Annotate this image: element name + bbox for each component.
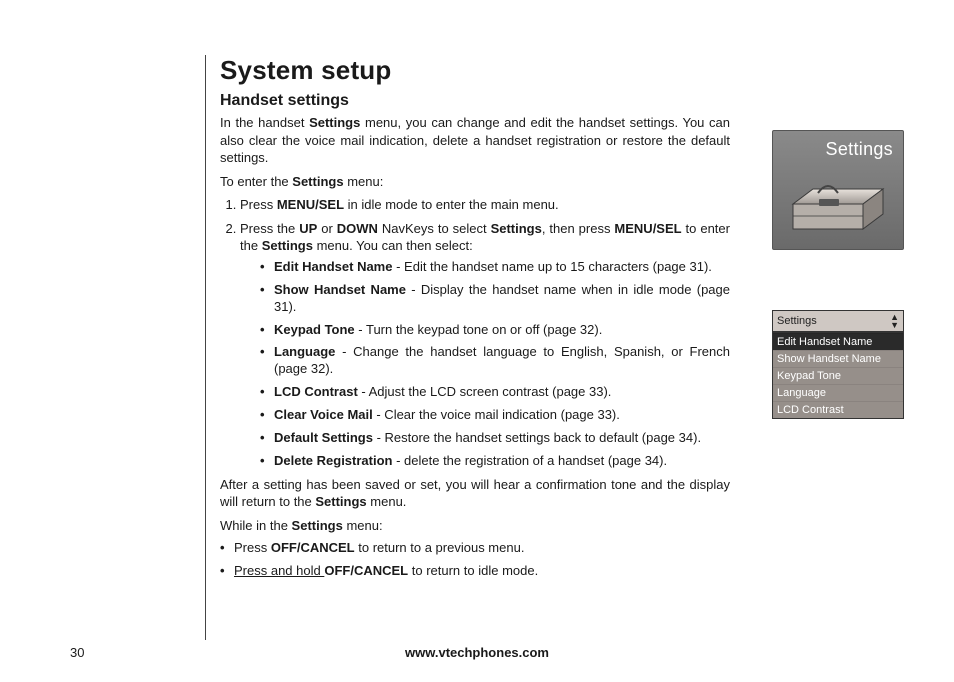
feature-item: Language - Change the handset language t… xyxy=(260,344,730,378)
toolbox-icon xyxy=(783,169,893,239)
feature-name: Edit Handset Name xyxy=(274,259,392,274)
settings-word: Settings xyxy=(315,494,366,509)
steps-list: Press MENU/SEL in idle mode to enter the… xyxy=(220,196,730,470)
feature-name: Language xyxy=(274,344,335,359)
text: Press xyxy=(240,197,277,212)
text: menu. You can then select: xyxy=(313,238,473,253)
feature-name: Show Handset Name xyxy=(274,282,406,297)
feature-item: Keypad Tone - Turn the keypad tone on or… xyxy=(260,322,730,339)
text: to return to a previous menu. xyxy=(355,540,525,555)
off-cancel-key: OFF/CANCEL xyxy=(324,563,408,578)
feature-name: LCD Contrast xyxy=(274,384,358,399)
feature-item: Show Handset Name - Display the handset … xyxy=(260,282,730,316)
text: To enter the xyxy=(220,174,292,189)
text: While in the xyxy=(220,518,292,533)
main-content: System setup Handset settings In the han… xyxy=(220,55,730,586)
vertical-rule xyxy=(205,55,206,640)
feature-list: Edit Handset Name - Edit the handset nam… xyxy=(260,259,730,470)
text: , then press xyxy=(542,221,615,236)
step-1: Press MENU/SEL in idle mode to enter the… xyxy=(240,196,730,214)
page-title: System setup xyxy=(220,55,730,86)
enter-intro: To enter the Settings menu: xyxy=(220,173,730,191)
text: menu. xyxy=(367,494,407,509)
lcd-header-title: Settings xyxy=(777,315,817,327)
settings-word: Settings xyxy=(491,221,542,236)
feature-desc: - Restore the handset settings back to d… xyxy=(373,430,701,445)
text: Press xyxy=(234,540,271,555)
settings-word: Settings xyxy=(309,115,360,130)
settings-toolbox-illustration: Settings xyxy=(772,130,904,250)
footer-url: www.vtechphones.com xyxy=(0,645,954,660)
off-cancel-key: OFF/CANCEL xyxy=(271,540,355,555)
while-bullets: Press OFF/CANCEL to return to a previous… xyxy=(220,540,730,580)
section-title: Handset settings xyxy=(220,92,730,110)
feature-name: Keypad Tone xyxy=(274,322,355,337)
after-paragraph: After a setting has been saved or set, y… xyxy=(220,476,730,511)
text: in idle mode to enter the main menu. xyxy=(344,197,559,212)
feature-name: Default Settings xyxy=(274,430,373,445)
text: to return to idle mode. xyxy=(408,563,538,578)
feature-name: Clear Voice Mail xyxy=(274,407,373,422)
manual-page: System setup Handset settings In the han… xyxy=(0,0,954,682)
toolbox-title: Settings xyxy=(826,139,893,160)
text: NavKeys to select xyxy=(378,221,491,236)
feature-name: Delete Registration xyxy=(274,453,392,468)
text: In the handset xyxy=(220,115,309,130)
text: Press the xyxy=(240,221,299,236)
feature-desc: - Edit the handset name up to 15 charact… xyxy=(392,259,711,274)
feature-item: Edit Handset Name - Edit the handset nam… xyxy=(260,259,730,276)
feature-desc: - Clear the voice mail indication (page … xyxy=(373,407,620,422)
intro-paragraph: In the handset Settings menu, you can ch… xyxy=(220,114,730,167)
lcd-row-selected: Edit Handset Name xyxy=(773,333,903,350)
feature-item: Delete Registration - delete the registr… xyxy=(260,453,730,470)
text-underline: Press and hold xyxy=(234,563,324,578)
up-key: UP xyxy=(299,221,317,236)
menu-sel-key: MENU/SEL xyxy=(614,221,681,236)
settings-word: Settings xyxy=(292,518,343,533)
bullet-item: Press OFF/CANCEL to return to a previous… xyxy=(220,540,730,557)
text: menu: xyxy=(344,174,384,189)
feature-desc: - Change the handset language to English… xyxy=(274,344,730,376)
text: After a setting has been saved or set, y… xyxy=(220,477,730,510)
lcd-menu-illustration: Settings ▲▼ Edit Handset Name Show Hands… xyxy=(772,310,904,419)
while-paragraph: While in the Settings menu: xyxy=(220,517,730,535)
feature-desc: - Turn the keypad tone on or off (page 3… xyxy=(355,322,603,337)
lcd-row: Language xyxy=(773,384,903,401)
down-key: DOWN xyxy=(337,221,378,236)
feature-desc: - delete the registration of a handset (… xyxy=(392,453,667,468)
feature-item: Clear Voice Mail - Clear the voice mail … xyxy=(260,407,730,424)
step-2: Press the UP or DOWN NavKeys to select S… xyxy=(240,220,730,470)
feature-item: LCD Contrast - Adjust the LCD screen con… xyxy=(260,384,730,401)
lcd-row: LCD Contrast xyxy=(773,401,903,418)
lcd-row: Keypad Tone xyxy=(773,367,903,384)
text: menu: xyxy=(343,518,383,533)
text: or xyxy=(317,221,336,236)
up-down-icon: ▲▼ xyxy=(890,313,899,329)
settings-word: Settings xyxy=(262,238,313,253)
feature-desc: - Adjust the LCD screen contrast (page 3… xyxy=(358,384,612,399)
feature-item: Default Settings - Restore the handset s… xyxy=(260,430,730,447)
settings-word: Settings xyxy=(292,174,343,189)
lcd-header: Settings ▲▼ xyxy=(773,311,903,333)
menu-sel-key: MENU/SEL xyxy=(277,197,344,212)
bullet-item: Press and hold OFF/CANCEL to return to i… xyxy=(220,563,730,580)
lcd-row: Show Handset Name xyxy=(773,350,903,367)
